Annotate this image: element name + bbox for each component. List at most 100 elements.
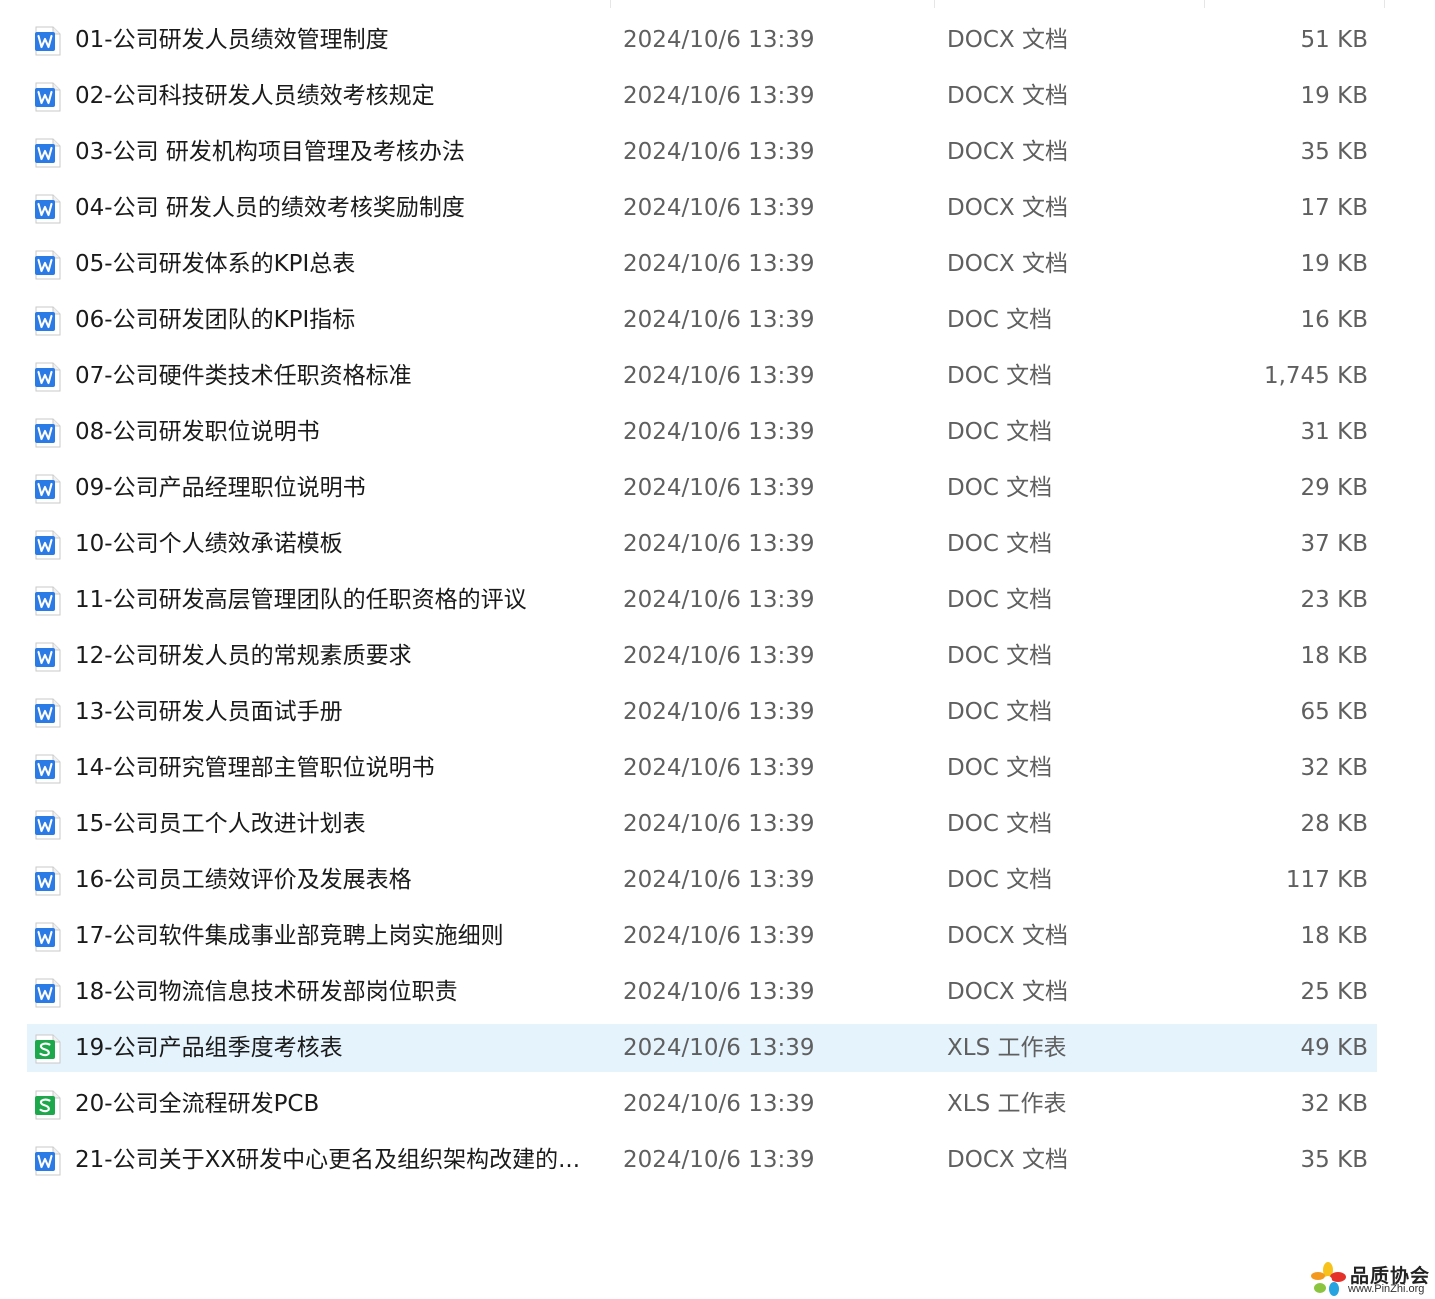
word-icon bbox=[35, 82, 61, 112]
file-size: 17 KB bbox=[1300, 195, 1368, 221]
word-icon bbox=[35, 754, 61, 784]
file-row[interactable]: 15-公司员工个人改进计划表 2024/10/6 13:39 DOC 文档 28 KB bbox=[27, 800, 1377, 848]
file-row[interactable]: 17-公司软件集成事业部竞聘上岗实施细则 2024/10/6 13:39 DOCX … bbox=[27, 912, 1377, 960]
file-size: 19 KB bbox=[1300, 251, 1368, 277]
file-size: 65 KB bbox=[1300, 699, 1368, 725]
word-icon bbox=[35, 586, 61, 616]
file-row[interactable]: 14-公司研究管理部主管职位说明书 2024/10/6 13:39 DOC 文档 32… bbox=[27, 744, 1377, 792]
file-row[interactable]: 13-公司研发人员面试手册 2024/10/6 13:39 DOC 文档 65 KB bbox=[27, 688, 1377, 736]
file-size: 18 KB bbox=[1300, 923, 1368, 949]
file-row[interactable]: 04-公司 研发人员的绩效考核奖励制度 2024/10/6 13:39 DOCX 文… bbox=[27, 184, 1377, 232]
file-size: 32 KB bbox=[1300, 755, 1368, 781]
file-name: 09-公司产品经理职位说明书 bbox=[75, 475, 366, 501]
file-name: 03-公司 研发机构项目管理及考核办法 bbox=[75, 139, 465, 165]
file-size: 35 KB bbox=[1300, 1147, 1368, 1173]
file-name: 04-公司 研发人员的绩效考核奖励制度 bbox=[75, 195, 465, 221]
watermark: 品质协会 www.PinZhi.org bbox=[1310, 1262, 1430, 1296]
file-type: DOCX 文档 bbox=[947, 195, 1068, 221]
file-row[interactable]: 12-公司研发人员的常规素质要求 2024/10/6 13:39 DOC 文档 18 … bbox=[27, 632, 1377, 680]
excel-icon bbox=[35, 1090, 61, 1120]
file-size: 51 KB bbox=[1300, 27, 1368, 53]
file-row[interactable]: 18-公司物流信息技术研发部岗位职责 2024/10/6 13:39 DOCX 文档… bbox=[27, 968, 1377, 1016]
file-type: DOC 文档 bbox=[947, 587, 1053, 613]
file-date-modified: 2024/10/6 13:39 bbox=[623, 139, 815, 165]
column-divider-name[interactable] bbox=[610, 0, 611, 8]
word-icon bbox=[35, 418, 61, 448]
file-row[interactable]: 05-公司研发体系的KPI总表 2024/10/6 13:39 DOCX 文档 19 … bbox=[27, 240, 1377, 288]
file-row[interactable]: 19-公司产品组季度考核表 2024/10/6 13:39 XLS 工作表 49 KB bbox=[27, 1024, 1377, 1072]
file-type: DOC 文档 bbox=[947, 307, 1053, 333]
file-name: 02-公司科技研发人员绩效考核规定 bbox=[75, 83, 435, 109]
file-row[interactable]: 11-公司研发高层管理团队的任职资格的评议 2024/10/6 13:39 DOC … bbox=[27, 576, 1377, 624]
file-row[interactable]: 09-公司产品经理职位说明书 2024/10/6 13:39 DOC 文档 29 KB bbox=[27, 464, 1377, 512]
file-row[interactable]: 20-公司全流程研发PCB 2024/10/6 13:39 XLS 工作表 32 KB bbox=[27, 1080, 1377, 1128]
file-type: DOC 文档 bbox=[947, 419, 1053, 445]
file-date-modified: 2024/10/6 13:39 bbox=[623, 699, 815, 725]
file-row[interactable]: 02-公司科技研发人员绩效考核规定 2024/10/6 13:39 DOCX 文档 1… bbox=[27, 72, 1377, 120]
file-date-modified: 2024/10/6 13:39 bbox=[623, 979, 815, 1005]
file-date-modified: 2024/10/6 13:39 bbox=[623, 27, 815, 53]
file-name: 07-公司硬件类技术任职资格标准 bbox=[75, 363, 412, 389]
word-icon bbox=[35, 866, 61, 896]
word-icon bbox=[35, 530, 61, 560]
file-name: 06-公司研发团队的KPI指标 bbox=[75, 307, 356, 333]
file-type: DOC 文档 bbox=[947, 867, 1053, 893]
file-row[interactable]: 10-公司个人绩效承诺模板 2024/10/6 13:39 DOC 文档 37 KB bbox=[27, 520, 1377, 568]
column-divider-date[interactable] bbox=[934, 0, 935, 8]
file-date-modified: 2024/10/6 13:39 bbox=[623, 307, 815, 333]
file-date-modified: 2024/10/6 13:39 bbox=[623, 1091, 815, 1117]
file-name: 01-公司研发人员绩效管理制度 bbox=[75, 27, 389, 53]
file-date-modified: 2024/10/6 13:39 bbox=[623, 811, 815, 837]
file-date-modified: 2024/10/6 13:39 bbox=[623, 419, 815, 445]
file-type: DOC 文档 bbox=[947, 643, 1053, 669]
file-type: DOC 文档 bbox=[947, 475, 1053, 501]
file-name: 10-公司个人绩效承诺模板 bbox=[75, 531, 343, 557]
file-row[interactable]: 16-公司员工绩效评价及发展表格 2024/10/6 13:39 DOC 文档 117… bbox=[27, 856, 1377, 904]
file-list: 01-公司研发人员绩效管理制度 2024/10/6 13:39 DOCX 文档 51 … bbox=[27, 16, 1377, 1192]
file-type: DOC 文档 bbox=[947, 755, 1053, 781]
file-type: DOC 文档 bbox=[947, 811, 1053, 837]
word-icon bbox=[35, 306, 61, 336]
file-date-modified: 2024/10/6 13:39 bbox=[623, 867, 815, 893]
file-size: 25 KB bbox=[1300, 979, 1368, 1005]
file-date-modified: 2024/10/6 13:39 bbox=[623, 195, 815, 221]
file-row[interactable]: 03-公司 研发机构项目管理及考核办法 2024/10/6 13:39 DOCX 文… bbox=[27, 128, 1377, 176]
file-date-modified: 2024/10/6 13:39 bbox=[623, 251, 815, 277]
file-date-modified: 2024/10/6 13:39 bbox=[623, 755, 815, 781]
file-date-modified: 2024/10/6 13:39 bbox=[623, 923, 815, 949]
file-size: 19 KB bbox=[1300, 83, 1368, 109]
file-type: XLS 工作表 bbox=[947, 1035, 1067, 1061]
file-size: 49 KB bbox=[1300, 1035, 1368, 1061]
file-size: 32 KB bbox=[1300, 1091, 1368, 1117]
file-row[interactable]: 21-公司关于XX研发中心更名及组织架构改建的... 2024/10/6 13:3… bbox=[27, 1136, 1377, 1184]
file-size: 1,745 KB bbox=[1263, 363, 1368, 389]
word-icon bbox=[35, 1146, 61, 1176]
file-row[interactable]: 08-公司研发职位说明书 2024/10/6 13:39 DOC 文档 31 KB bbox=[27, 408, 1377, 456]
file-size: 37 KB bbox=[1300, 531, 1368, 557]
word-icon bbox=[35, 978, 61, 1008]
word-icon bbox=[35, 250, 61, 280]
word-icon bbox=[35, 642, 61, 672]
word-icon bbox=[35, 922, 61, 952]
file-row[interactable]: 06-公司研发团队的KPI指标 2024/10/6 13:39 DOC 文档 16 K… bbox=[27, 296, 1377, 344]
word-icon bbox=[35, 138, 61, 168]
file-row[interactable]: 07-公司硬件类技术任职资格标准 2024/10/6 13:39 DOC 文档 1,7… bbox=[27, 352, 1377, 400]
file-size: 29 KB bbox=[1300, 475, 1368, 501]
file-size: 117 KB bbox=[1285, 867, 1368, 893]
file-name: 11-公司研发高层管理团队的任职资格的评议 bbox=[75, 587, 527, 613]
file-type: DOC 文档 bbox=[947, 699, 1053, 725]
file-name: 15-公司员工个人改进计划表 bbox=[75, 811, 366, 837]
file-row[interactable]: 01-公司研发人员绩效管理制度 2024/10/6 13:39 DOCX 文档 51 … bbox=[27, 16, 1377, 64]
file-date-modified: 2024/10/6 13:39 bbox=[623, 475, 815, 501]
file-date-modified: 2024/10/6 13:39 bbox=[623, 83, 815, 109]
file-name: 13-公司研发人员面试手册 bbox=[75, 699, 343, 725]
file-type: DOC 文档 bbox=[947, 363, 1053, 389]
file-type: DOCX 文档 bbox=[947, 979, 1068, 1005]
file-date-modified: 2024/10/6 13:39 bbox=[623, 587, 815, 613]
file-name: 12-公司研发人员的常规素质要求 bbox=[75, 643, 412, 669]
file-name: 18-公司物流信息技术研发部岗位职责 bbox=[75, 979, 458, 1005]
pinzhi-logo-icon bbox=[1311, 1262, 1346, 1296]
column-divider-type[interactable] bbox=[1204, 0, 1205, 8]
file-date-modified: 2024/10/6 13:39 bbox=[623, 363, 815, 389]
column-divider-size[interactable] bbox=[1384, 0, 1385, 8]
